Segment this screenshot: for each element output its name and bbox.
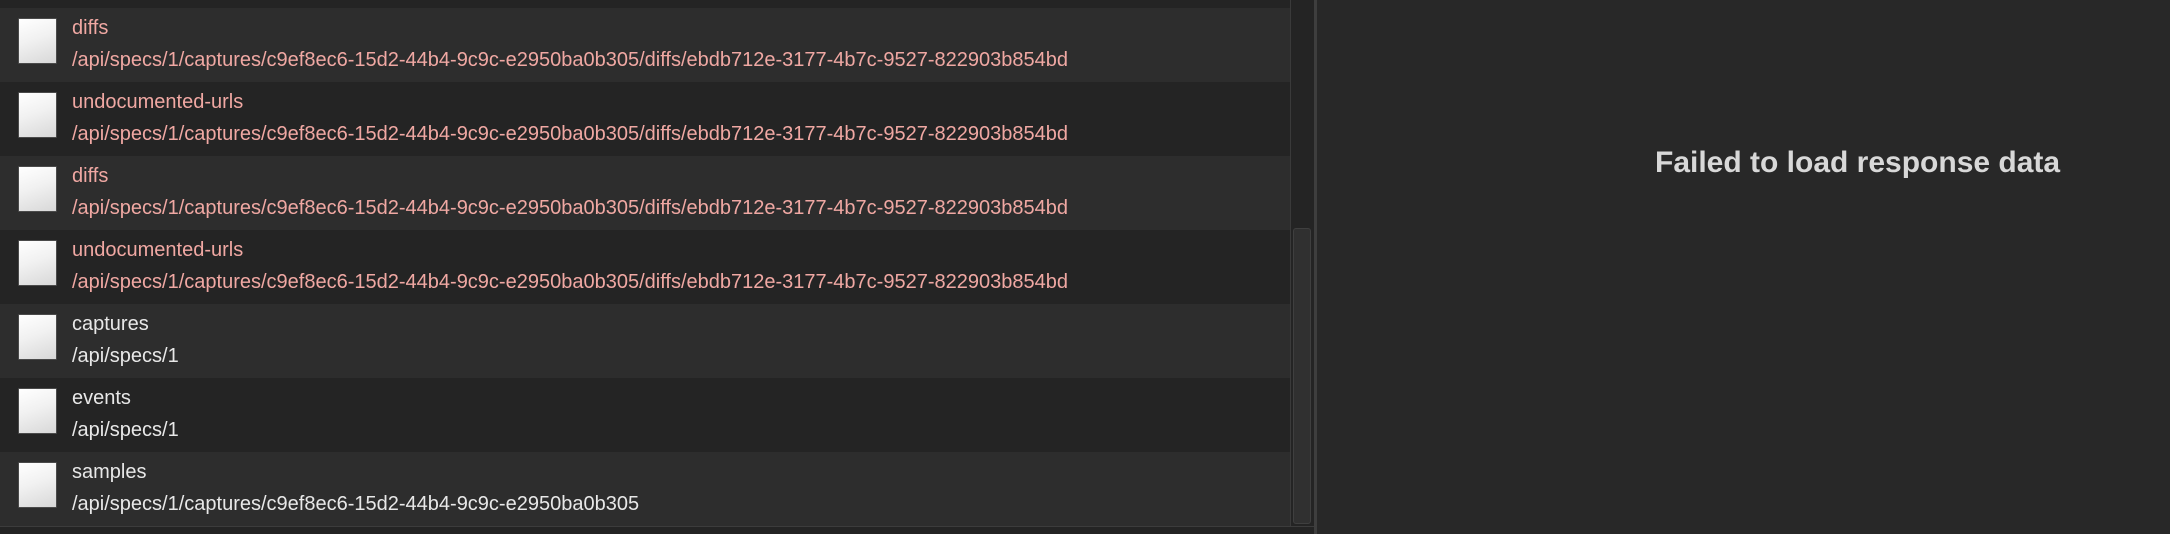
document-icon — [18, 92, 57, 138]
request-list-pane: diffs /api/specs/1/captures/c9ef8ec6-15d… — [0, 0, 1316, 534]
document-icon — [18, 388, 57, 434]
request-name: diffs — [72, 17, 109, 39]
request-path: /api/specs/1/captures/c9ef8ec6-15d2-44b4… — [72, 197, 1068, 219]
request-path: /api/specs/1 — [72, 345, 179, 367]
document-icon — [18, 166, 57, 212]
request-row[interactable]: diffs /api/specs/1/captures/c9ef8ec6-15d… — [0, 8, 1290, 82]
request-name: samples — [72, 461, 147, 483]
scrollbar-thumb[interactable] — [1293, 228, 1311, 524]
request-row[interactable]: samples /api/specs/1/captures/c9ef8ec6-1… — [0, 452, 1290, 526]
request-path: /api/specs/1 — [72, 419, 179, 441]
document-icon — [18, 18, 57, 64]
request-name: diffs — [72, 165, 109, 187]
list-bottom-border — [0, 526, 1316, 527]
request-name: undocumented-urls — [72, 239, 244, 261]
request-name: events — [72, 387, 131, 409]
request-row[interactable]: diffs /api/specs/1/captures/c9ef8ec6-15d… — [0, 156, 1290, 230]
request-row[interactable]: undocumented-urls /api/specs/1/captures/… — [0, 230, 1290, 304]
document-icon — [18, 462, 57, 508]
request-row[interactable]: undocumented-urls /api/specs/1/captures/… — [0, 82, 1290, 156]
request-name: undocumented-urls — [72, 91, 244, 113]
document-icon — [18, 240, 57, 286]
request-row[interactable]: events /api/specs/1 — [0, 378, 1290, 452]
network-panel: diffs /api/specs/1/captures/c9ef8ec6-15d… — [0, 0, 2170, 534]
request-path: /api/specs/1/captures/c9ef8ec6-15d2-44b4… — [72, 493, 640, 515]
request-path: /api/specs/1/captures/c9ef8ec6-15d2-44b4… — [72, 49, 1068, 71]
request-row[interactable]: captures /api/specs/1 — [0, 304, 1290, 378]
response-pane: Failed to load response data — [1317, 0, 2170, 534]
request-name: captures — [72, 313, 149, 335]
request-list: diffs /api/specs/1/captures/c9ef8ec6-15d… — [0, 8, 1290, 526]
request-path: /api/specs/1/captures/c9ef8ec6-15d2-44b4… — [72, 271, 1068, 293]
request-path: /api/specs/1/captures/c9ef8ec6-15d2-44b4… — [72, 123, 1068, 145]
response-error-message: Failed to load response data — [1655, 146, 2061, 179]
document-icon — [18, 314, 57, 360]
